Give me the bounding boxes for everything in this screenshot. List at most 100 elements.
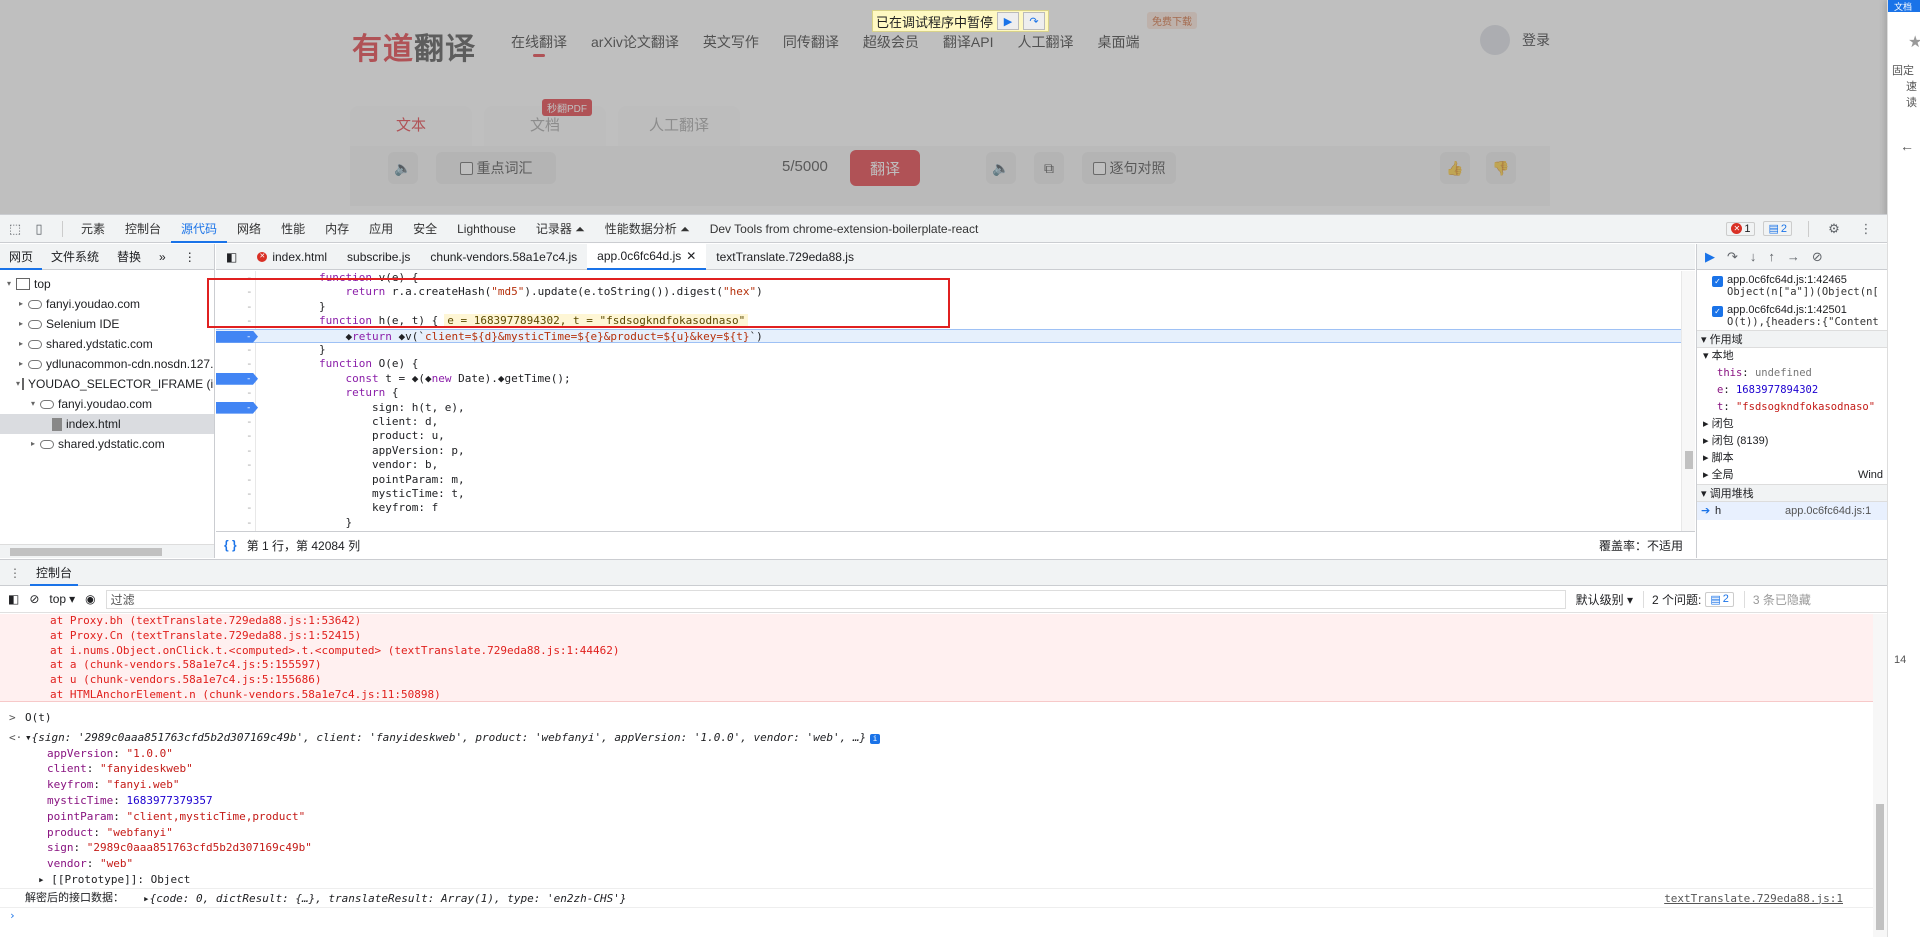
- copy-icon[interactable]: ⧉: [1034, 152, 1064, 184]
- stack-frame[interactable]: at Proxy.Cn (textTranslate.729eda88.js:1…: [0, 629, 1887, 644]
- more-tabs-icon[interactable]: »: [150, 244, 175, 270]
- tab-console[interactable]: 控制台: [115, 215, 171, 243]
- prototype-row[interactable]: ▸ [[Prototype]]: Object: [0, 872, 1887, 888]
- callstack-frame[interactable]: ➔ h app.0c6fc64d.js:1: [1697, 502, 1887, 520]
- tab-performance[interactable]: 性能: [271, 215, 315, 243]
- expand-arrow-icon[interactable]: ▸: [16, 294, 26, 314]
- drawer-tab-console[interactable]: 控制台: [30, 560, 79, 586]
- device-toolbar-icon[interactable]: ▯: [30, 220, 48, 238]
- scope-closure[interactable]: ▸ 闭包: [1697, 416, 1887, 433]
- console-result-line[interactable]: <· ▾{sign: '2989c0aaa851763cfd5b2d307169c…: [0, 730, 1887, 746]
- callstack-header[interactable]: ▾ 调用堆栈: [1697, 484, 1887, 502]
- file-tab-index[interactable]: ✕ index.html: [247, 244, 337, 270]
- pretty-print-icon[interactable]: { }: [224, 538, 237, 552]
- nav-simultaneous[interactable]: 同传翻译: [783, 32, 839, 52]
- expand-arrow-icon[interactable]: ▾: [4, 274, 14, 294]
- checkbox-icon[interactable]: ✓: [1712, 306, 1723, 317]
- nav-online-translate[interactable]: 在线翻译: [511, 32, 567, 57]
- pin-icon[interactable]: ★: [1908, 32, 1920, 52]
- tab-security[interactable]: 安全: [403, 215, 447, 243]
- nav-writing[interactable]: 英文写作: [703, 32, 759, 52]
- step-over-icon[interactable]: ↷: [1023, 12, 1046, 30]
- console-prompt[interactable]: ›: [0, 906, 1887, 923]
- tree-item[interactable]: ▸ shared.ydstatic.com: [0, 334, 214, 354]
- expand-arrow-icon[interactable]: ▸: [16, 334, 26, 354]
- info-icon[interactable]: i: [870, 733, 881, 744]
- nav-desktop[interactable]: 桌面端: [1097, 32, 1139, 52]
- tab-elements[interactable]: 元素: [71, 215, 115, 243]
- nav-vip[interactable]: 超级会员: [863, 32, 919, 52]
- tab-human[interactable]: 人工翻译: [618, 106, 740, 146]
- log-level-select[interactable]: 默认级别 ▾: [1576, 591, 1633, 608]
- breakpoint-item[interactable]: ✓ app.0c6fc64d.js:1:42501 O(t)),{headers…: [1697, 300, 1887, 330]
- gear-icon[interactable]: ⚙: [1825, 220, 1843, 238]
- breakpoint-item[interactable]: ✓ app.0c6fc64d.js:1:42465 Object(n["a"])…: [1697, 270, 1887, 300]
- nav-tab-filesystem[interactable]: 文件系统: [42, 244, 108, 270]
- stack-frame[interactable]: at u (chunk-vendors.58a1e7c4.js:5:155686…: [0, 673, 1887, 688]
- tree-item[interactable]: index.html: [0, 414, 214, 434]
- clear-console-icon[interactable]: ⊘: [29, 592, 39, 606]
- inspect-icon[interactable]: ⬚: [6, 220, 24, 238]
- expand-arrow-icon[interactable]: ▸: [16, 314, 26, 334]
- breakpoint-marker[interactable]: -: [216, 401, 258, 414]
- stack-frame[interactable]: at a (chunk-vendors.58a1e7c4.js:5:155597…: [0, 658, 1887, 673]
- step-icon[interactable]: →: [1787, 249, 1800, 264]
- login-area[interactable]: 登录: [1480, 25, 1550, 55]
- source-link[interactable]: textTranslate.729eda88.js:1: [1664, 889, 1843, 908]
- tree-item[interactable]: ▸ shared.ydstatic.com: [0, 434, 214, 454]
- youdao-logo[interactable]: 有道翻译: [352, 24, 476, 68]
- step-out-icon[interactable]: ↑: [1768, 249, 1775, 264]
- login-link[interactable]: 登录: [1522, 30, 1550, 50]
- step-into-icon[interactable]: ↓: [1750, 249, 1757, 264]
- step-over-icon[interactable]: ↷: [1727, 249, 1738, 265]
- scope-header[interactable]: ▾ 作用域: [1697, 330, 1887, 348]
- console-filter-input[interactable]: 过滤: [105, 589, 1566, 609]
- speaker-icon[interactable]: 🔈: [986, 152, 1016, 184]
- toggle-navigator-icon[interactable]: ◧: [216, 244, 247, 270]
- error-badge[interactable]: ✕ 1: [1726, 221, 1756, 236]
- sentence-compare-toggle[interactable]: 逐句对照: [1082, 152, 1176, 184]
- tab-lighthouse[interactable]: Lighthouse: [447, 215, 526, 243]
- file-tab-chunk-vendors[interactable]: chunk-vendors.58a1e7c4.js: [420, 244, 587, 270]
- speaker-icon[interactable]: 🔈: [388, 152, 418, 184]
- eye-icon[interactable]: ◉: [85, 592, 95, 606]
- tab-perf-insights[interactable]: 性能数据分析 ⏶: [595, 215, 700, 243]
- back-arrow-icon[interactable]: ←: [1900, 138, 1914, 154]
- issues-button[interactable]: 2 个问题: ▤ 2: [1642, 590, 1734, 608]
- scope-script[interactable]: ▸ 脚本: [1697, 450, 1887, 467]
- more-menu-icon[interactable]: ⋮: [1857, 220, 1875, 238]
- more-menu-icon[interactable]: ⋮: [175, 244, 205, 270]
- nav-human[interactable]: 人工翻译: [1017, 32, 1073, 52]
- nav-arxiv[interactable]: arXiv论文翻译: [591, 32, 679, 52]
- deactivate-breakpoints-icon[interactable]: ⊘: [1812, 249, 1823, 265]
- code-view[interactable]: - function v(e) { - return r.a.createHas…: [216, 271, 1695, 531]
- context-selector[interactable]: top ▾: [49, 592, 75, 606]
- resume-icon[interactable]: ▶: [997, 12, 1020, 30]
- tree-item[interactable]: ▸ ydlunacommon-cdn.nosdn.127.: [0, 354, 214, 374]
- stack-frame[interactable]: at i.nums.Object.onClick.t.<computed>.t.…: [0, 644, 1887, 659]
- expand-arrow-icon[interactable]: ▾: [28, 394, 38, 414]
- tab-extension[interactable]: Dev Tools from chrome-extension-boilerpl…: [700, 215, 989, 243]
- translate-button[interactable]: 翻译: [850, 150, 920, 186]
- close-icon[interactable]: ✕: [686, 243, 696, 269]
- nav-api[interactable]: 翻译API: [943, 32, 994, 52]
- tree-item[interactable]: ▾ fanyi.youdao.com: [0, 394, 214, 414]
- breakpoint-marker[interactable]: -: [216, 372, 258, 385]
- resume-icon[interactable]: ▶: [1705, 249, 1715, 265]
- stack-frame[interactable]: at HTMLAnchorElement.n (chunk-vendors.58…: [0, 688, 1887, 703]
- thumbs-up-icon[interactable]: 👍: [1440, 152, 1470, 184]
- expand-arrow-icon[interactable]: ▸: [28, 434, 38, 454]
- tab-text[interactable]: 文本: [350, 106, 472, 146]
- file-tab-subscribe[interactable]: subscribe.js: [337, 244, 420, 270]
- stack-frame[interactable]: at Proxy.bh (textTranslate.729eda88.js:1…: [0, 614, 1887, 629]
- tree-item[interactable]: ▸ Selenium IDE: [0, 314, 214, 334]
- checkbox-icon[interactable]: ✓: [1712, 276, 1723, 287]
- expand-arrow-icon[interactable]: ▸: [16, 354, 26, 374]
- avatar[interactable]: [1480, 25, 1510, 55]
- scope-global[interactable]: ▸ 全局 Wind: [1697, 467, 1887, 484]
- tab-network[interactable]: 网络: [227, 215, 271, 243]
- tree-item[interactable]: ▾ YOUDAO_SELECTOR_IFRAME (in: [0, 374, 214, 394]
- tab-sources[interactable]: 源代码: [171, 215, 228, 243]
- file-tab-texttranslate[interactable]: textTranslate.729eda88.js: [706, 244, 864, 270]
- breakpoint-marker[interactable]: -: [216, 330, 258, 343]
